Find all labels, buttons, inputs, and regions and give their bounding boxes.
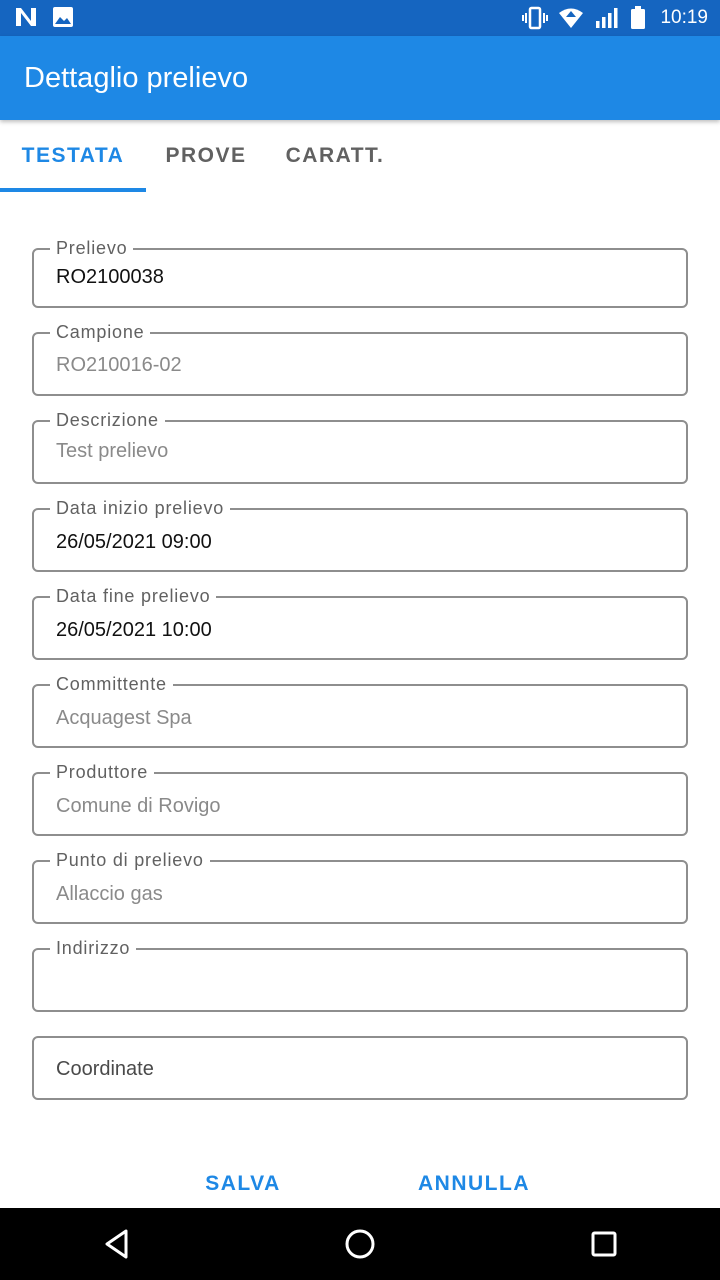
recents-icon[interactable] [586, 1226, 622, 1262]
battery-icon [631, 6, 646, 29]
punto-prelievo-label: Punto di prelievo [50, 849, 210, 871]
descrizione-label: Descrizione [50, 409, 165, 431]
committente-label: Committente [50, 673, 173, 695]
descrizione-field: Descrizione Test prelievo [32, 409, 688, 484]
produttore-value: Comune di Rovigo [56, 795, 221, 817]
status-bar: 10:19 [0, 0, 720, 36]
vibrate-icon [522, 6, 549, 30]
home-icon[interactable] [342, 1226, 378, 1262]
prelievo-field[interactable]: Prelievo RO2100038 [32, 237, 688, 308]
prelievo-label: Prelievo [50, 237, 134, 259]
tab-indicator [0, 188, 146, 192]
data-inizio-value: 26/05/2021 09:00 [56, 531, 212, 553]
app-bar: Dettaglio prelievo [0, 36, 720, 120]
tab-caratt[interactable]: CARATT. [266, 120, 404, 192]
coordinate-field[interactable]: Coordinate [32, 1036, 688, 1100]
coordinate-placeholder: Coordinate [56, 1058, 154, 1080]
produttore-field: Produttore Comune di Rovigo [32, 761, 688, 836]
tab-prove[interactable]: PROVE [146, 120, 266, 192]
tab-testata[interactable]: TESTATA [0, 120, 146, 192]
punto-prelievo-value: Allaccio gas [56, 883, 163, 905]
status-time: 10:19 [660, 7, 708, 28]
committente-value: Acquagest Spa [56, 707, 192, 729]
save-button[interactable]: SALVA [190, 1160, 296, 1208]
image-icon [53, 7, 73, 27]
indirizzo-label: Indirizzo [50, 937, 137, 959]
committente-field: Committente Acquagest Spa [32, 673, 688, 748]
page-title: Dettaglio prelievo [24, 62, 249, 94]
app-screen: 10:19 Dettaglio prelievo TESTATA PROVE C… [0, 0, 720, 1280]
indirizzo-field[interactable]: Indirizzo [32, 937, 688, 1012]
data-inizio-label: Data inizio prelievo [50, 497, 231, 519]
campione-label: Campione [50, 321, 151, 343]
prelievo-value: RO2100038 [56, 266, 164, 288]
produttore-label: Produttore [50, 761, 155, 783]
data-fine-label: Data fine prelievo [50, 585, 217, 607]
signal-icon [596, 8, 618, 28]
data-fine-field[interactable]: Data fine prelievo 26/05/2021 10:00 [32, 585, 688, 660]
back-icon[interactable] [100, 1226, 136, 1262]
data-fine-value: 26/05/2021 10:00 [56, 619, 212, 641]
descrizione-value: Test prelievo [56, 440, 169, 462]
system-nav-bar [0, 1208, 720, 1280]
campione-field: Campione RO210016-02 [32, 321, 688, 396]
n-icon [16, 8, 36, 26]
data-inizio-field[interactable]: Data inizio prelievo 26/05/2021 09:00 [32, 497, 688, 572]
wifi-icon [559, 8, 584, 28]
campione-value: RO210016-02 [56, 354, 182, 376]
cancel-button[interactable]: ANNULLA [404, 1160, 544, 1208]
tab-bar: TESTATA PROVE CARATT. [0, 120, 720, 192]
punto-prelievo-field: Punto di prelievo Allaccio gas [32, 849, 688, 924]
